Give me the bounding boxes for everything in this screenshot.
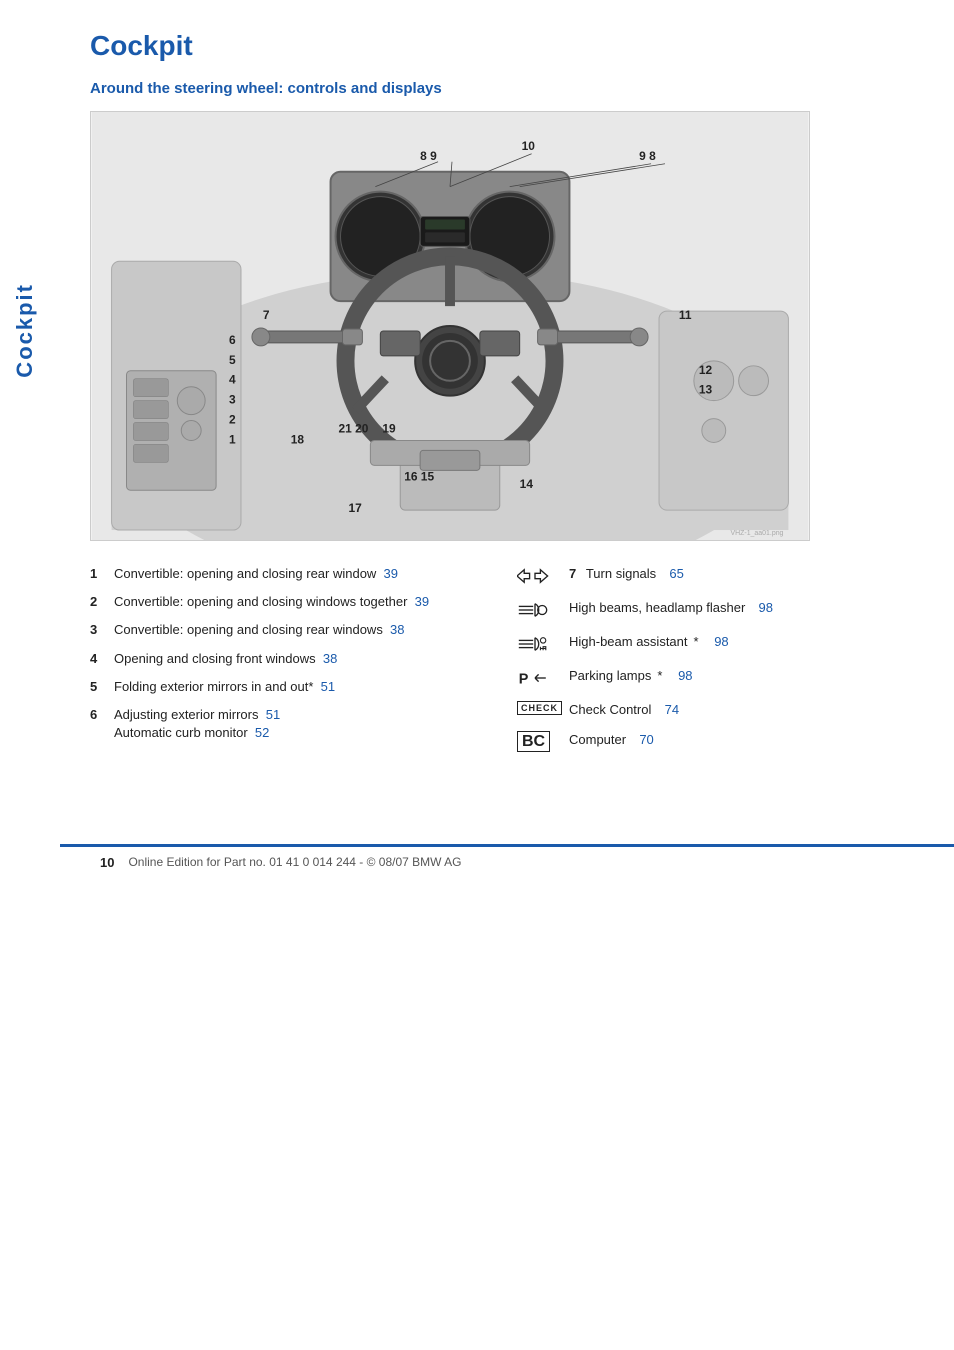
right-item-high-beam-assistant: High-beam assistant* 98 xyxy=(517,633,914,655)
svg-text:12: 12 xyxy=(699,363,713,377)
svg-text:5: 5 xyxy=(229,353,236,367)
right-item-list: 7 Turn signals 65 xyxy=(517,565,914,764)
list-item: 5 Folding exterior mirrors in and out* 5… xyxy=(90,678,487,696)
right-item-turn-signals: 7 Turn signals 65 xyxy=(517,565,914,587)
page-title: Cockpit xyxy=(90,30,914,62)
svg-text:7: 7 xyxy=(263,308,270,322)
svg-text:9 8: 9 8 xyxy=(639,149,656,163)
steering-wheel-diagram: VHZ-1_aa01.png 8 9 10 9 8 7 11 12 13 6 5… xyxy=(90,111,810,541)
right-item-computer: BC Computer 70 xyxy=(517,731,914,752)
right-item-high-beams: High beams, headlamp flasher 98 xyxy=(517,599,914,621)
list-item: 6 Adjusting exterior mirrors 51 Automati… xyxy=(90,706,487,742)
left-item-list: 1 Convertible: opening and closing rear … xyxy=(90,565,487,764)
check-label: CHECK xyxy=(517,701,562,715)
svg-text:17: 17 xyxy=(348,501,362,515)
sidebar-label: Cockpit xyxy=(0,180,50,480)
right-item-parking-lamps: P Parking lamps* 98 xyxy=(517,667,914,689)
footer-text: Online Edition for Part no. 01 41 0 014 … xyxy=(128,855,461,869)
main-content: Cockpit Around the steering wheel: contr… xyxy=(60,0,954,824)
svg-text:14: 14 xyxy=(520,477,534,491)
svg-text:VHZ-1_aa01.png: VHZ-1_aa01.png xyxy=(730,530,783,537)
section-heading: Around the steering wheel: controls and … xyxy=(90,80,914,97)
svg-text:19: 19 xyxy=(382,422,396,436)
svg-text:11: 11 xyxy=(679,308,692,322)
svg-text:21 20: 21 20 xyxy=(339,422,369,436)
svg-text:18: 18 xyxy=(291,432,305,446)
footer-page-number: 10 xyxy=(100,855,114,870)
svg-text:8 9: 8 9 xyxy=(420,149,437,163)
right-item-check-control: CHECK Check Control 74 xyxy=(517,701,914,719)
list-item: 3 Convertible: opening and closing rear … xyxy=(90,621,487,639)
svg-text:3: 3 xyxy=(229,393,236,407)
turn-signals-icon xyxy=(517,565,553,587)
svg-text:6: 6 xyxy=(229,333,236,347)
high-beams-icon xyxy=(517,599,553,621)
footer: 10 Online Edition for Part no. 01 41 0 0… xyxy=(60,844,954,870)
svg-text:16 15: 16 15 xyxy=(404,469,434,483)
list-item: 4 Opening and closing front windows 38 xyxy=(90,650,487,668)
svg-text:10: 10 xyxy=(522,139,536,153)
svg-text:4: 4 xyxy=(229,373,236,387)
svg-text:13: 13 xyxy=(699,383,713,397)
svg-text:P: P xyxy=(519,671,529,687)
list-item: 2 Convertible: opening and closing windo… xyxy=(90,593,487,611)
list-item: 1 Convertible: opening and closing rear … xyxy=(90,565,487,583)
high-beam-assistant-icon xyxy=(517,633,553,655)
svg-text:2: 2 xyxy=(229,413,236,427)
bc-label: BC xyxy=(517,731,550,752)
item-lists: 1 Convertible: opening and closing rear … xyxy=(90,565,914,764)
svg-text:1: 1 xyxy=(229,432,236,446)
parking-lamps-icon: P xyxy=(517,667,553,689)
